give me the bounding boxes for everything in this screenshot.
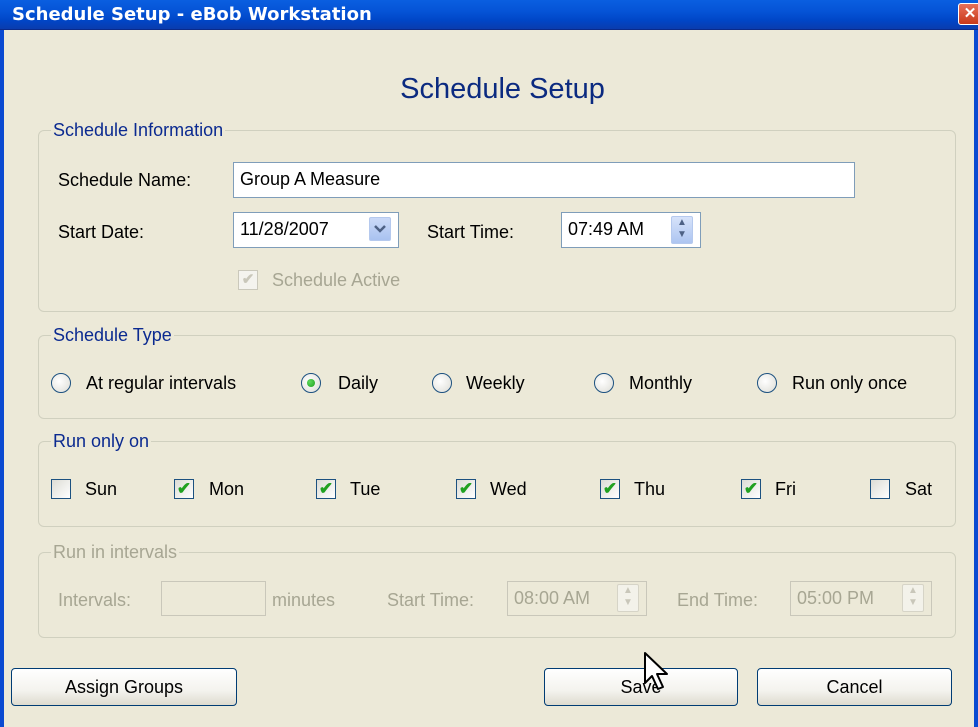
day-label-sat: Sat	[905, 479, 933, 499]
radio-label-daily: Daily	[338, 373, 379, 393]
check-icon: ✔	[602, 479, 618, 498]
checkbox-mon[interactable]: ✔	[174, 479, 194, 499]
schedule-active-checkbox: ✔	[238, 270, 258, 290]
spin-down-icon[interactable]: ▼	[672, 229, 692, 241]
day-label-fri: Fri	[775, 479, 796, 499]
checkbox-sat[interactable]	[870, 479, 890, 499]
day-label-tue: Tue	[350, 479, 381, 499]
interval-start-time-value: 08:00 AM	[514, 588, 591, 608]
start-time-value: 07:49 AM	[568, 219, 645, 239]
schedule-type-group: Schedule Type	[38, 325, 956, 419]
start-time-spinner[interactable]: ▲ ▼	[671, 216, 693, 244]
schedule-name-label: Schedule Name:	[58, 170, 192, 190]
window-frame-left	[0, 30, 4, 727]
radio-at-regular-intervals[interactable]	[51, 373, 71, 393]
start-time-label: Start Time:	[427, 222, 515, 242]
save-button[interactable]: Save	[544, 668, 738, 706]
spin-up-icon[interactable]: ▲	[672, 217, 692, 229]
interval-end-time-label: End Time:	[677, 590, 759, 610]
check-icon: ✔	[458, 479, 474, 498]
radio-label-monthly: Monthly	[629, 373, 693, 393]
radio-daily[interactable]	[301, 373, 321, 393]
mouse-pointer-icon	[644, 652, 668, 690]
minutes-label: minutes	[272, 590, 336, 610]
checkbox-tue[interactable]: ✔	[316, 479, 336, 499]
close-button[interactable]: ✕	[958, 3, 978, 25]
assign-groups-button[interactable]: Assign Groups	[11, 668, 237, 706]
radio-run-only-once[interactable]	[757, 373, 777, 393]
check-icon: ✔	[176, 479, 192, 498]
check-icon: ✔	[241, 271, 255, 288]
window-title: Schedule Setup - eBob Workstation	[12, 4, 372, 25]
intervals-label: Intervals:	[58, 590, 132, 610]
day-label-sun: Sun	[85, 479, 118, 499]
checkbox-fri[interactable]: ✔	[741, 479, 761, 499]
start-date-label: Start Date:	[58, 222, 145, 242]
page-title: Schedule Setup	[400, 73, 605, 105]
radio-label-run-only-once: Run only once	[792, 373, 908, 393]
spin-down-icon: ▼	[908, 597, 918, 608]
spin-up-icon: ▲	[908, 585, 918, 596]
cancel-button[interactable]: Cancel	[757, 668, 952, 706]
run-in-intervals-legend: Run in intervals	[53, 542, 178, 562]
schedule-name-input[interactable]: Group A Measure	[233, 162, 855, 198]
interval-start-time-label: Start Time:	[387, 590, 475, 610]
run-only-on-legend: Run only on	[53, 431, 150, 451]
checkbox-wed[interactable]: ✔	[456, 479, 476, 499]
interval-end-time-spinner: ▲ ▼	[902, 584, 924, 612]
interval-start-time-spinner: ▲ ▼	[617, 584, 639, 612]
schedule-information-group: Schedule Information	[38, 120, 956, 312]
interval-end-time-value: 05:00 PM	[797, 588, 875, 608]
start-date-value: 11/28/2007	[240, 219, 329, 239]
day-label-mon: Mon	[209, 479, 245, 499]
radio-weekly[interactable]	[432, 373, 452, 393]
check-icon: ✔	[743, 479, 759, 498]
check-icon: ✔	[318, 479, 334, 498]
radio-selected-dot	[307, 379, 315, 387]
title-bar: Schedule Setup - eBob Workstation ✕	[0, 0, 978, 30]
schedule-active-label: Schedule Active	[272, 270, 401, 290]
day-label-thu: Thu	[634, 479, 666, 499]
schedule-information-legend: Schedule Information	[53, 120, 224, 140]
schedule-type-legend: Schedule Type	[53, 325, 172, 345]
spin-down-icon: ▼	[623, 597, 633, 608]
window-frame-right	[974, 30, 978, 727]
spin-up-icon: ▲	[623, 585, 633, 596]
radio-label-weekly: Weekly	[466, 373, 525, 393]
checkbox-sun[interactable]	[51, 479, 71, 499]
radio-label-at-regular-intervals: At regular intervals	[86, 373, 237, 393]
chevron-down-icon[interactable]	[369, 217, 391, 241]
day-label-wed: Wed	[490, 479, 527, 499]
intervals-input	[161, 581, 266, 616]
radio-monthly[interactable]	[594, 373, 614, 393]
checkbox-thu[interactable]: ✔	[600, 479, 620, 499]
